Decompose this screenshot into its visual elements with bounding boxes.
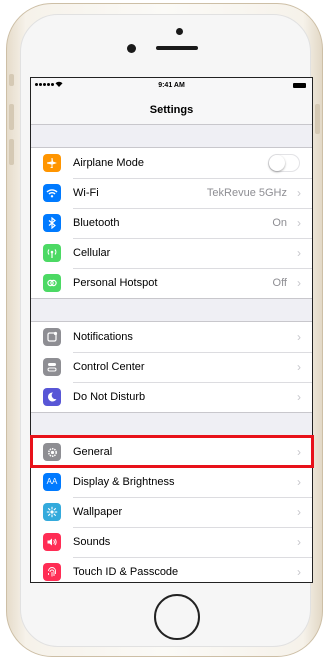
settings-row-label: Notifications [73, 331, 133, 343]
gear-icon [43, 443, 61, 461]
chevron-right-icon: › [297, 505, 301, 519]
airplane-icon [43, 154, 61, 172]
settings-row-wifi[interactable]: Wi-Fi TekRevue 5GHz › [31, 178, 312, 208]
volume-up-button [9, 104, 14, 130]
power-button [315, 104, 320, 134]
settings-row-control-center[interactable]: Control Center › [31, 352, 312, 382]
chevron-right-icon: › [297, 390, 301, 404]
notifications-group: Notifications › Control Center › Do Not … [31, 321, 312, 413]
cellular-icon [43, 244, 61, 262]
settings-row-label: Do Not Disturb [73, 391, 146, 403]
status-bar: 9:41 AM [31, 78, 312, 95]
chevron-right-icon: › [297, 216, 301, 230]
settings-row-label: Wallpaper [73, 506, 123, 518]
earpiece-speaker [156, 46, 198, 50]
home-button[interactable] [154, 594, 200, 640]
hotspot-icon [43, 274, 61, 292]
front-camera [127, 44, 136, 53]
wifi-network-value: TekRevue 5GHz [206, 187, 287, 199]
proximity-sensor [176, 28, 183, 35]
chevron-right-icon: › [297, 186, 301, 200]
settings-row-display-brightness[interactable]: AA Display & Brightness › [31, 467, 312, 497]
notifications-icon [43, 328, 61, 346]
status-time: 9:41 AM [158, 82, 185, 89]
general-group: General › AA Display & Brightness › Wall… [31, 436, 312, 582]
hotspot-status-value: Off [272, 277, 287, 289]
airplane-mode-toggle[interactable] [268, 154, 300, 172]
chevron-right-icon: › [297, 475, 301, 489]
connectivity-group: Airplane Mode Wi-Fi TekRevue 5GHz › Blue… [31, 147, 312, 299]
settings-row-cellular[interactable]: Cellular › [31, 238, 312, 268]
chevron-right-icon: › [297, 535, 301, 549]
nav-bar: Settings [31, 95, 312, 125]
fingerprint-icon [43, 563, 61, 581]
settings-row-touch-id-passcode[interactable]: Touch ID & Passcode › [31, 557, 312, 582]
settings-row-label: Touch ID & Passcode [73, 566, 179, 578]
chevron-right-icon: › [297, 246, 301, 260]
volume-down-button [9, 139, 14, 165]
settings-row-notifications[interactable]: Notifications › [31, 322, 312, 352]
mute-switch [9, 74, 14, 86]
moon-icon [43, 388, 61, 406]
settings-row-label: Control Center [73, 361, 145, 373]
settings-row-label: Personal Hotspot [73, 277, 158, 289]
bluetooth-icon [43, 214, 61, 232]
control-center-icon [43, 358, 61, 376]
settings-row-label: Airplane Mode [73, 157, 144, 169]
display-icon: AA [43, 473, 61, 491]
settings-row-label: Cellular [73, 247, 111, 259]
wallpaper-icon [43, 503, 61, 521]
chevron-right-icon: › [297, 330, 301, 344]
settings-row-airplane-mode[interactable]: Airplane Mode [31, 148, 312, 178]
wifi-icon [43, 184, 61, 202]
chevron-right-icon: › [297, 276, 301, 290]
page-title: Settings [149, 104, 194, 116]
settings-row-wallpaper[interactable]: Wallpaper › [31, 497, 312, 527]
chevron-right-icon: › [297, 445, 301, 459]
settings-row-personal-hotspot[interactable]: Personal Hotspot Off › [31, 268, 312, 298]
settings-row-label: Sounds [73, 536, 111, 548]
settings-row-label: Bluetooth [73, 217, 120, 229]
settings-row-label: Display & Brightness [73, 476, 175, 488]
chevron-right-icon: › [297, 360, 301, 374]
battery-icon [293, 83, 306, 88]
settings-row-label: General [73, 446, 113, 458]
speaker-icon [43, 533, 61, 551]
settings-row-bluetooth[interactable]: Bluetooth On › [31, 208, 312, 238]
settings-screen: 9:41 AM Settings Airplane Mode Wi-Fi Tek… [30, 77, 313, 583]
chevron-right-icon: › [297, 565, 301, 579]
settings-row-label: Wi-Fi [73, 187, 99, 199]
settings-row-general[interactable]: General › [31, 437, 312, 467]
bluetooth-status-value: On [272, 217, 287, 229]
settings-row-sounds[interactable]: Sounds › [31, 527, 312, 557]
settings-row-do-not-disturb[interactable]: Do Not Disturb › [31, 382, 312, 412]
